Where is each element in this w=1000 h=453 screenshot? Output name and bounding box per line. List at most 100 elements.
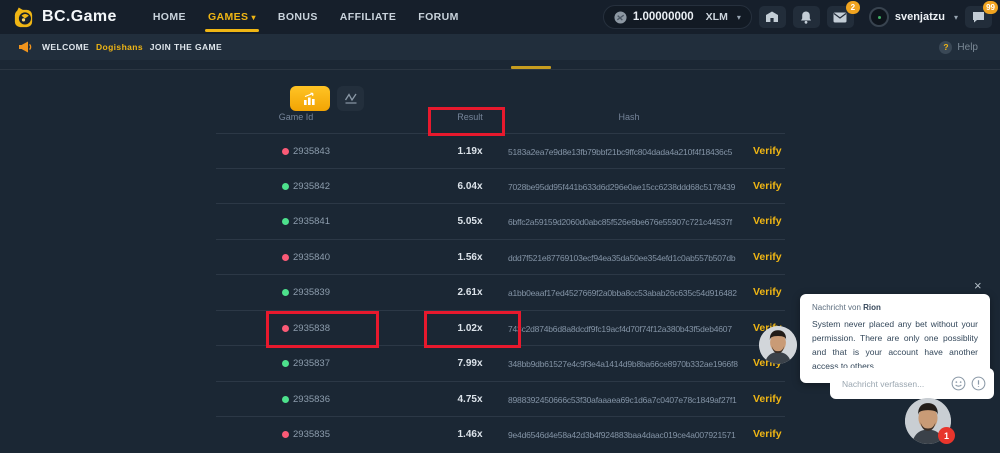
game-history-table: 2935843 1.19x 5183a2ea7e9d8e13fb79bbf21b… (216, 133, 785, 453)
message-text: System never placed any bet without your… (812, 317, 978, 373)
result-value: 5.05x (420, 216, 520, 227)
nav-forum[interactable]: FORUM (407, 0, 470, 34)
notifications-button[interactable] (793, 6, 820, 28)
result-value: 4.75x (420, 394, 520, 405)
status-dot (282, 289, 289, 296)
nav-games[interactable]: GAMES▾ (197, 0, 267, 34)
tab-strip (0, 60, 1000, 70)
welcome-text: WELCOME (42, 42, 89, 52)
history-view-toggles (290, 86, 364, 111)
verify-link[interactable]: Verify (753, 215, 782, 227)
coin-icon (614, 11, 627, 24)
nav-right-cluster: 1.00000000 XLM ▾ (603, 0, 992, 34)
column-hash: Hash (508, 112, 750, 122)
verify-link[interactable]: Verify (753, 286, 782, 298)
balance-amount: 1.00000000 (633, 11, 694, 23)
result-value: 1.56x (420, 252, 520, 263)
game-id: 2935842 (293, 181, 330, 192)
table-row: 2935837 7.99x 348bb9db61527e4c9f3e4a1414… (216, 346, 785, 382)
trend-view-button[interactable] (337, 86, 364, 111)
active-tab-indicator (511, 66, 551, 69)
verify-link[interactable]: Verify (753, 180, 782, 192)
table-row: 2935842 6.04x 7028be95dd95f441b633d6d296… (216, 169, 785, 205)
nav-bonus[interactable]: BONUS (267, 0, 329, 34)
bc-game-page: BC.Game HOME GAMES▾ BONUS AFFILIATE FORU… (0, 0, 1000, 453)
chat-input-bar (830, 368, 994, 399)
game-id: 2935839 (293, 287, 330, 298)
messages-badge: 2 (846, 1, 860, 14)
hash-value: a1bb0eaaf17ed4527669f2a0bba8cc53abab26c6… (508, 288, 748, 298)
table-row: 2935839 2.61x a1bb0eaaf17ed4527669f2a0bb… (216, 275, 785, 311)
game-id: 2935843 (293, 146, 330, 157)
emoji-icon[interactable] (951, 376, 966, 391)
hash-value: 9e4d6546d4e58a42d3b4f924883baa4daac019ce… (508, 430, 748, 440)
chevron-down-icon: ▾ (954, 13, 958, 22)
hash-value: 5183a2ea7e9d8e13fb79bbf21bc9ffc804dada4a… (508, 147, 748, 157)
hash-value: 348bb9db61527e4c9f3e4a1414d9b8ba66ce8970… (508, 359, 748, 369)
chat-unread-badge: 1 (938, 427, 955, 444)
main-nav: HOME GAMES▾ BONUS AFFILIATE FORUM (142, 0, 470, 34)
help-link[interactable]: ? Help (939, 41, 978, 54)
chat-message-input[interactable] (842, 379, 951, 389)
game-id: 2935837 (293, 358, 330, 369)
status-dot (282, 431, 289, 438)
table-row: 2935840 1.56x ddd7f521e87769103ecf94ea35… (216, 240, 785, 276)
info-icon[interactable] (971, 376, 986, 391)
result-value: 1.46x (420, 429, 520, 440)
sender-avatar (759, 326, 797, 364)
verify-link[interactable]: Verify (753, 145, 782, 157)
join-text: JOIN THE GAME (150, 42, 222, 52)
hash-value: 8988392450666c53f30afaaaea69c1d6a7c0407e… (508, 395, 748, 405)
status-dot (282, 218, 289, 225)
chevron-down-icon: ▾ (251, 13, 255, 22)
hash-value: ddd7f521e87769103ecf94ea35da50ee354efd1c… (508, 253, 748, 263)
verify-link[interactable]: Verify (753, 428, 782, 440)
chevron-down-icon: ▾ (737, 13, 741, 22)
username: svenjatzu (895, 11, 945, 23)
user-avatar (869, 7, 889, 27)
verify-link[interactable]: Verify (753, 393, 782, 405)
balance-selector[interactable]: 1.00000000 XLM ▾ (603, 5, 752, 29)
result-value: 6.04x (420, 181, 520, 192)
trend-line-icon (344, 92, 358, 105)
nav-home[interactable]: HOME (142, 0, 197, 34)
user-menu[interactable]: svenjatzu ▾ (869, 7, 958, 27)
brand-name: BC.Game (42, 8, 117, 26)
wallet-button[interactable] (759, 6, 786, 28)
table-row: 2935843 1.19x 5183a2ea7e9d8e13fb79bbf21b… (216, 133, 785, 169)
top-navbar: BC.Game HOME GAMES▾ BONUS AFFILIATE FORU… (0, 0, 1000, 34)
envelope-icon (833, 12, 847, 23)
game-id: 2935840 (293, 252, 330, 263)
table-row: 2935835 1.46x 9e4d6546d4e58a42d3b4f92488… (216, 417, 785, 453)
status-dot (282, 183, 289, 190)
sender-name: Rion (863, 303, 881, 312)
status-dot (282, 254, 289, 261)
announcement-bar: WELCOME Dogishans JOIN THE GAME ? Help (0, 34, 1000, 60)
help-label: Help (957, 42, 978, 53)
status-dot (282, 360, 289, 367)
megaphone-icon (18, 41, 32, 53)
chat-button[interactable]: 99 (965, 6, 992, 28)
bc-game-logo-icon (12, 6, 35, 29)
column-game-id: Game Id (256, 112, 336, 122)
chat-close-icon[interactable]: × (974, 279, 982, 292)
chat-badge: 99 (983, 1, 998, 14)
message-from-label: Nachricht von Rion (812, 303, 978, 312)
game-id: 2935835 (293, 429, 330, 440)
hash-value: 6bffc2a59159d2060d0abc85f526e6be676e5590… (508, 217, 748, 227)
brand-logo[interactable]: BC.Game (12, 6, 117, 29)
highlight-box-result-header (428, 107, 505, 136)
result-value: 7.99x (420, 358, 520, 369)
messages-button[interactable]: 2 (827, 6, 854, 28)
hash-value: 7028be95dd95f441b633d6d296e0ae15cc6238dd… (508, 182, 748, 192)
table-row: 2935841 5.05x 6bffc2a59159d2060d0abc85f5… (216, 204, 785, 240)
status-dot (282, 396, 289, 403)
verify-link[interactable]: Verify (753, 251, 782, 263)
status-dot (282, 148, 289, 155)
nav-affiliate[interactable]: AFFILIATE (329, 0, 407, 34)
question-icon: ? (939, 41, 952, 54)
hash-value: 743c2d874b6d8a8dcdf9fc19acf4d70f74f12a38… (508, 324, 748, 334)
bar-chart-view-button[interactable] (290, 86, 330, 111)
game-id: 2935836 (293, 394, 330, 405)
result-value: 1.19x (420, 146, 520, 157)
